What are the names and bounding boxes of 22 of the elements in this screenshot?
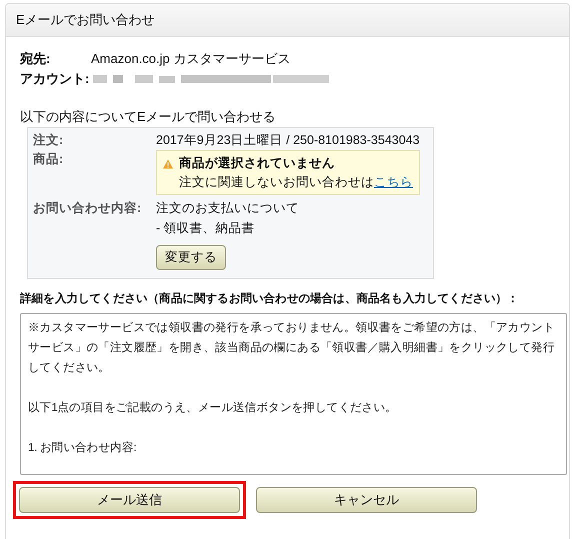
- account-label: アカウント:: [20, 70, 90, 88]
- here-link[interactable]: こちら: [374, 174, 413, 189]
- action-button[interactable]: メール送信: [19, 487, 240, 513]
- topic-label: お問い合わせ内容:: [33, 200, 142, 217]
- warning-text: 注文に関連しないお問い合わせは: [179, 174, 374, 189]
- order-value: 2017年9月23日土曜日 / 250-8101983-3543043: [156, 132, 420, 149]
- details-paragraph: 以下1点の項目をご記載のうえ、メール送信ボタンを押してください。: [28, 400, 398, 416]
- details-paragraph: 1. お問い合わせ内容:: [28, 440, 138, 456]
- change-button[interactable]: 変更する: [156, 245, 226, 270]
- details-label: 詳細を入力してください（商品に関するお問い合わせの場合は、商品名も入力してください）：: [20, 291, 519, 307]
- details-field[interactable]: ※カスタマーサービスでは領収書の発行を承っておりません。領収書をご希望の方は、「アカウントサービス」の「注文履歴」を開き、該当商品の欄にある「領収書／購入明細書」をクリックして発行してください。 以下1点の項目をご記載のうえ、メール送信ボタンを押してください。 1. お問い合わせ内容:: [20, 313, 567, 475]
- intro-text: 以下の内容についてEメールで問い合わせる: [20, 108, 277, 126]
- topic-line: 注文のお支払いについて: [156, 200, 299, 217]
- order-label: 注文:: [33, 132, 64, 149]
- topic-line: - 領収書、納品書: [156, 220, 256, 237]
- details-paragraph: ※カスタマーサービスでは領収書の発行を承っておりません。領収書をご希望の方は、「アカウントサービス」の「注文履歴」を開き、該当商品の欄にある「領収書／購入明細書」をクリックして発行してください。: [28, 320, 556, 376]
- panel-title: Eメールでお問い合わせ: [16, 11, 155, 30]
- warning-title: 商品が選択されていません: [179, 155, 336, 172]
- recipient-label: 宛先:: [20, 50, 52, 68]
- product-label: 商品:: [33, 151, 64, 168]
- action-button[interactable]: キャンセル: [256, 487, 477, 513]
- recipient-value: Amazon.co.jp カスタマーサービス: [91, 50, 290, 68]
